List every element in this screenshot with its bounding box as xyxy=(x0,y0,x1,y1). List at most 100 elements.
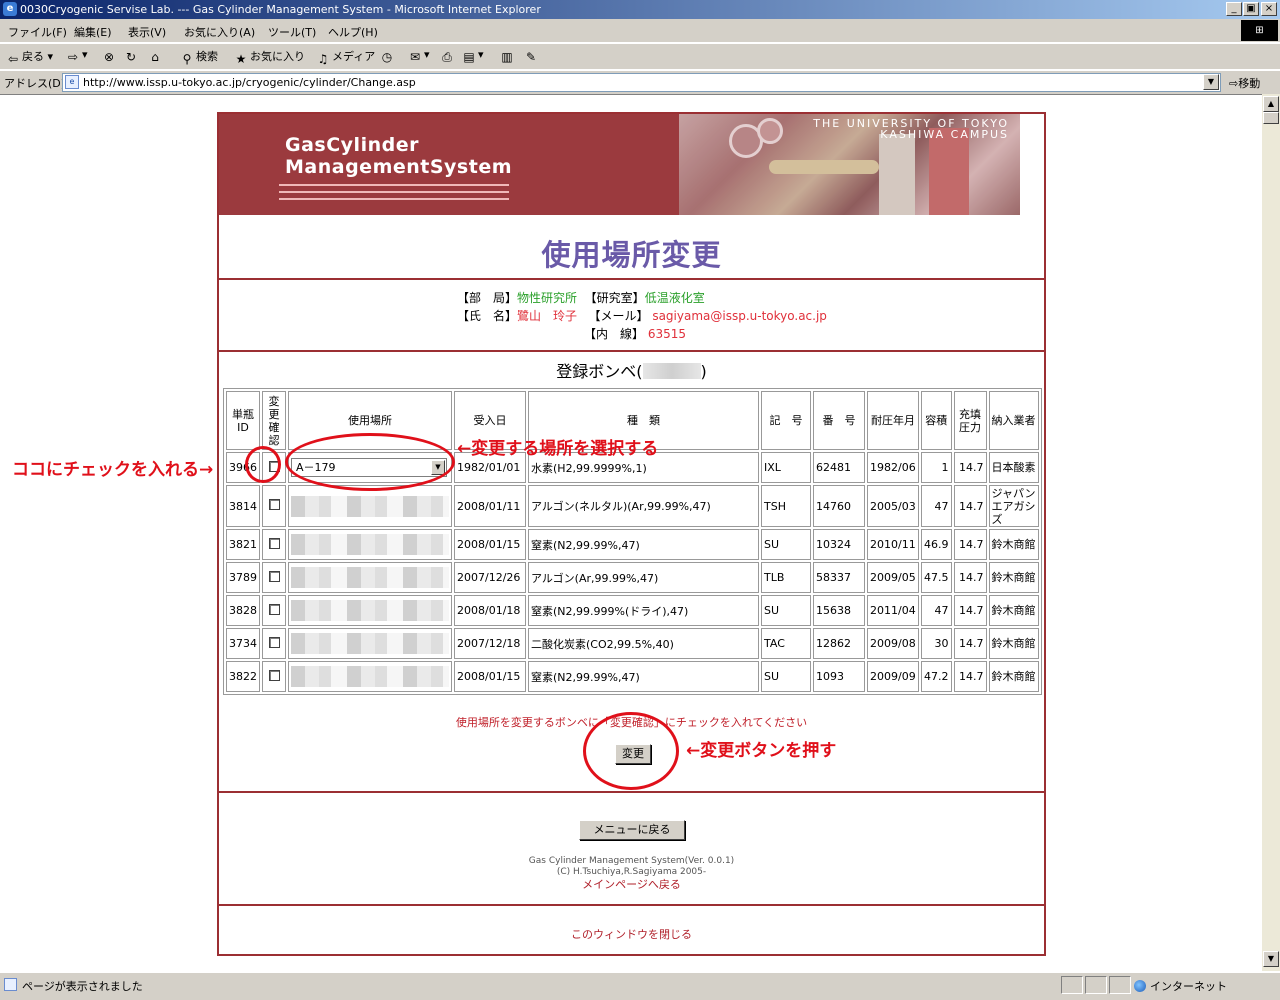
menu-file[interactable]: ファイル(F) xyxy=(8,24,67,40)
cell-confirm xyxy=(262,661,286,692)
cell-volume: 47.2 xyxy=(921,661,952,692)
go-button[interactable]: ⇨移動 xyxy=(1229,75,1260,91)
cell-symbol: TAC xyxy=(761,628,811,659)
address-input[interactable]: e http://www.issp.u-tokyo.ac.jp/cryogeni… xyxy=(62,73,1221,92)
cell-number: 12862 xyxy=(813,628,865,659)
redacted-location[interactable] xyxy=(291,633,449,654)
history-icon: ◷ xyxy=(381,50,393,64)
change-checkbox[interactable] xyxy=(268,603,280,615)
mail-button[interactable]: ✉ ▾ xyxy=(408,48,430,64)
address-label: アドレス(D) xyxy=(4,77,66,90)
cell-location xyxy=(288,661,452,692)
address-dropdown-button[interactable]: ▼ xyxy=(1203,74,1219,90)
status-cell xyxy=(1085,976,1107,994)
cell-volume: 1 xyxy=(921,452,952,483)
change-checkbox[interactable] xyxy=(268,499,280,510)
cell-confirm xyxy=(262,628,286,659)
redacted-location[interactable] xyxy=(291,567,449,588)
change-checkbox[interactable] xyxy=(268,669,280,681)
favorites-button[interactable]: ★ お気に入り xyxy=(234,48,305,66)
copyright-text: (C) H.Tsuchiya,R.Sagiyama 2005- xyxy=(556,867,707,877)
refresh-icon: ↻ xyxy=(125,50,137,64)
redacted-location[interactable] xyxy=(291,534,449,555)
cell-pressure: 14.7 xyxy=(953,562,987,593)
messenger-button[interactable]: ✎ xyxy=(524,48,540,64)
user-name: 鷺山 玲子 xyxy=(517,309,578,323)
cell-vendor: ジャパンエアガシズ xyxy=(988,485,1039,527)
discuss-button[interactable]: ▥ xyxy=(500,48,516,64)
change-checkbox[interactable] xyxy=(268,570,280,582)
highlight-circle xyxy=(583,712,679,790)
header-year-month: 耐圧年月 xyxy=(867,391,919,450)
menu-edit[interactable]: 編集(E) xyxy=(74,24,112,40)
cell-date: 2008/01/11 xyxy=(454,485,526,527)
address-url: http://www.issp.u-tokyo.ac.jp/cryogenic/… xyxy=(83,76,416,89)
header-symbol: 記 号 xyxy=(761,391,811,450)
system-name: GasCylinder ManagementSystem xyxy=(285,134,513,178)
cell-kind: 窒素(N2,99.99%,47) xyxy=(528,661,759,692)
header-number: 番 号 xyxy=(813,391,865,450)
cell-kind: 窒素(N2,99.99%,47) xyxy=(528,529,759,560)
change-checkbox[interactable] xyxy=(268,537,280,549)
divider xyxy=(219,350,1044,352)
media-button[interactable]: ♫ メディア xyxy=(316,48,376,66)
scroll-thumb[interactable] xyxy=(1263,112,1279,124)
banner-stripe xyxy=(279,191,509,193)
redacted-location[interactable] xyxy=(291,600,449,621)
maximize-button[interactable]: ▣ xyxy=(1243,2,1259,16)
home-button[interactable]: ⌂ xyxy=(148,48,164,64)
cell-vendor: 鈴木商館 xyxy=(988,562,1039,593)
cell-symbol: TLB xyxy=(761,562,811,593)
status-cell xyxy=(1061,976,1083,994)
cell-date: 2008/01/15 xyxy=(454,661,526,692)
change-checkbox[interactable] xyxy=(268,636,280,648)
scroll-down-icon[interactable]: ▼ xyxy=(1263,951,1279,967)
main-page-link[interactable]: メインページへ戻る xyxy=(219,878,1044,892)
security-zone: インターネット xyxy=(1134,978,1227,994)
back-to-menu-button[interactable]: メニューに戻る xyxy=(579,820,685,840)
print-button[interactable]: ⎙ xyxy=(440,48,456,64)
back-button[interactable]: ⇦ 戻る ▾ xyxy=(6,48,53,66)
table-row: 3734 2007/12/18 二酸化炭素(CO2,99.5%,40) TAC 1286… xyxy=(226,628,1039,659)
user-info: 【部 局】物性研究所 【研究室】低温液化室 【氏 名】鷺山 玲子 【メール】 s… xyxy=(457,291,827,341)
stop-button[interactable]: ⊗ xyxy=(102,48,118,64)
redacted-location[interactable] xyxy=(291,666,449,687)
cell-pressure: 14.7 xyxy=(953,452,987,483)
cell-number: 15638 xyxy=(813,595,865,626)
menu-help[interactable]: ヘルプ(H) xyxy=(328,24,378,40)
cell-vendor: 鈴木商館 xyxy=(988,529,1039,560)
edit-button[interactable]: ▤ ▾ xyxy=(462,48,483,64)
redacted-location[interactable] xyxy=(291,495,449,517)
globe-icon xyxy=(1134,980,1146,992)
scroll-up-icon[interactable]: ▲ xyxy=(1263,96,1279,112)
cell-volume: 47 xyxy=(921,485,952,527)
cell-id: 3828 xyxy=(226,595,260,626)
close-window-link[interactable]: このウィンドウを閉じる xyxy=(219,926,1044,942)
table-row: 3821 2008/01/15 窒素(N2,99.99%,47) SU 10324 201… xyxy=(226,529,1039,560)
cell-location xyxy=(288,529,452,560)
refresh-button[interactable]: ↻ xyxy=(124,48,140,64)
cell-date: 2007/12/18 xyxy=(454,628,526,659)
cell-id: 3822 xyxy=(226,661,260,692)
forward-button[interactable]: ⇨ ▾ xyxy=(66,48,88,64)
menubar: ファイル(F) 編集(E) 表示(V) お気に入り(A) ツール(T) ヘルプ(… xyxy=(0,19,1280,43)
cell-confirm xyxy=(262,485,286,527)
minimize-button[interactable]: _ xyxy=(1226,2,1242,16)
table-row: 3789 2007/12/26 アルゴン(Ar,99.99%,47) TLB 58337… xyxy=(226,562,1039,593)
menu-tools[interactable]: ツール(T) xyxy=(268,24,316,40)
cell-year-month: 2011/04 xyxy=(867,595,919,626)
close-button[interactable]: × xyxy=(1261,2,1277,16)
menu-favorites[interactable]: お気に入り(A) xyxy=(184,24,255,40)
search-button[interactable]: ⚲ 検索 xyxy=(180,48,218,66)
status-text: ページが表示されました xyxy=(22,980,143,993)
laboratory: 低温液化室 xyxy=(644,291,705,305)
vertical-scrollbar[interactable]: ▲ ▼ xyxy=(1262,94,1280,971)
cell-number: 62481 xyxy=(813,452,865,483)
menu-view[interactable]: 表示(V) xyxy=(128,24,166,40)
history-button[interactable]: ◷ xyxy=(380,48,396,64)
table-row: 3814 2008/01/11 アルゴン(ネルタル)(Ar,99.99%,47) TS… xyxy=(226,485,1039,527)
go-arrow-icon: ⇨ xyxy=(1229,77,1239,90)
windows-logo-icon: ⊞ xyxy=(1241,20,1278,41)
university-name: THE UNIVERSITY OF TOKYO KASHIWA CAMPUS xyxy=(813,117,1009,141)
home-icon: ⌂ xyxy=(151,50,159,64)
